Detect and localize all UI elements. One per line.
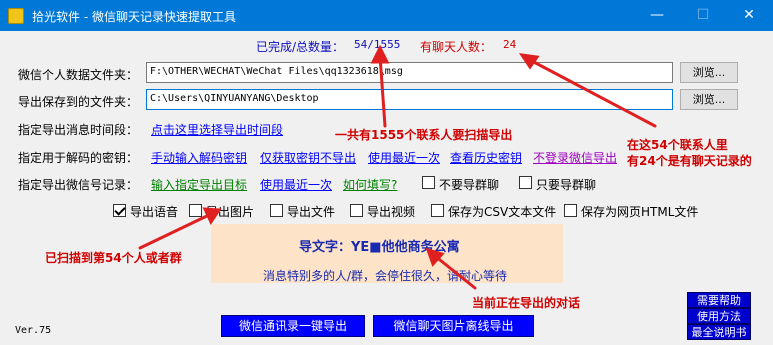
export-files-checkbox[interactable] (270, 204, 283, 217)
data-folder-label: 微信个人数据文件夹： (18, 68, 139, 82)
manual-key-link[interactable]: 手动输入解码密钥 (151, 149, 247, 166)
data-folder-input[interactable]: F:\OTHER\WECHAT\WeChat Files\qq1323618\m… (146, 62, 673, 83)
export-voice-label: 导出语音 (130, 205, 179, 219)
export-images-label: 导出图片 (206, 205, 255, 219)
save-csv-label: 保存为CSV文本文件 (448, 205, 557, 219)
export-folder-label: 导出保存到的文件夹： (18, 95, 139, 109)
annotation-scanned: 已扫描到第54个人或者群 (45, 251, 182, 265)
use-last-target-link[interactable]: 使用最近一次 (260, 176, 332, 193)
save-html-checkbox[interactable] (564, 204, 577, 217)
key-history-link[interactable]: 查看历史密钥 (450, 149, 522, 166)
export-files-label: 导出文件 (287, 205, 336, 219)
time-range-label: 指定导出消息时间段： (18, 123, 139, 137)
enter-target-link[interactable]: 输入指定导出目标 (151, 176, 247, 193)
browse-export-folder-button[interactable]: 浏览... (680, 89, 738, 110)
decrypt-key-label: 指定用于解码的密钥： (18, 151, 139, 165)
save-csv-checkbox[interactable] (431, 204, 444, 217)
chat-count-value: 24 (503, 38, 517, 51)
annotation-current: 当前正在导出的对话 (472, 296, 581, 310)
version-label: Ver.75 (15, 325, 52, 336)
window-title: 拾光软件 - 微信聊天记录快速提取工具 (32, 10, 236, 24)
current-export-panel: 导文字：YE■他他商务公寓 消息特别多的人/群，会停住很久，请耐心等待 (211, 224, 563, 283)
only-group-chat-checkbox[interactable] (519, 176, 532, 189)
annotation-chat-line2: 有24个是有聊天记录的 (627, 154, 752, 168)
only-group-chat-label: 只要导群聊 (536, 178, 597, 192)
get-key-only-link[interactable]: 仅获取密钥不导出 (260, 149, 356, 166)
manual-button[interactable]: 最全说明书 (687, 324, 751, 340)
maximize-button[interactable]: ☐ (680, 0, 726, 31)
export-folder-input[interactable]: C:\Users\QINYUANYANG\Desktop (146, 89, 673, 110)
annotation-total: 一共有1555个联系人要扫描导出 (335, 128, 513, 142)
app-icon (8, 8, 24, 24)
time-range-link[interactable]: 点击这里选择导出时间段 (151, 121, 283, 138)
wechat-id-label: 指定导出微信号记录： (18, 178, 139, 192)
progress-value: 54/1555 (354, 38, 401, 51)
save-html-label: 保存为网页HTML文件 (581, 205, 699, 219)
title-bar: 拾光软件 - 微信聊天记录快速提取工具 — ☐ ✕ (0, 0, 773, 31)
export-chat-images-button[interactable]: 微信聊天图片离线导出 (373, 315, 534, 337)
no-group-chat-checkbox[interactable] (422, 176, 435, 189)
export-voice-checkbox[interactable] (113, 204, 126, 217)
need-help-button[interactable]: 需要帮助 (687, 292, 751, 308)
minimize-button[interactable]: — (634, 0, 680, 31)
use-last-key-link[interactable]: 使用最近一次 (368, 149, 440, 166)
annotation-chat-line1: 在这54个联系人里 (627, 138, 728, 152)
export-contacts-button[interactable]: 微信通讯录一键导出 (221, 315, 365, 337)
chat-count-label: 有聊天人数： (420, 40, 493, 54)
current-export-status: 消息特别多的人/群，会停住很久，请耐心等待 (263, 269, 508, 283)
export-images-checkbox[interactable] (189, 204, 202, 217)
export-video-label: 导出视频 (367, 205, 416, 219)
close-button[interactable]: ✕ (726, 0, 772, 31)
how-to-fill-link[interactable]: 如何填写? (343, 176, 397, 193)
browse-data-folder-button[interactable]: 浏览... (680, 62, 738, 83)
offline-export-link[interactable]: 不登录微信导出 (533, 149, 617, 166)
progress-label: 已完成/总数量： (256, 40, 345, 54)
usage-button[interactable]: 使用方法 (687, 308, 751, 324)
no-group-chat-label: 不要导群聊 (439, 178, 500, 192)
export-video-checkbox[interactable] (350, 204, 363, 217)
current-export-title: 导文字：YE■他他商务公寓 (299, 240, 460, 255)
